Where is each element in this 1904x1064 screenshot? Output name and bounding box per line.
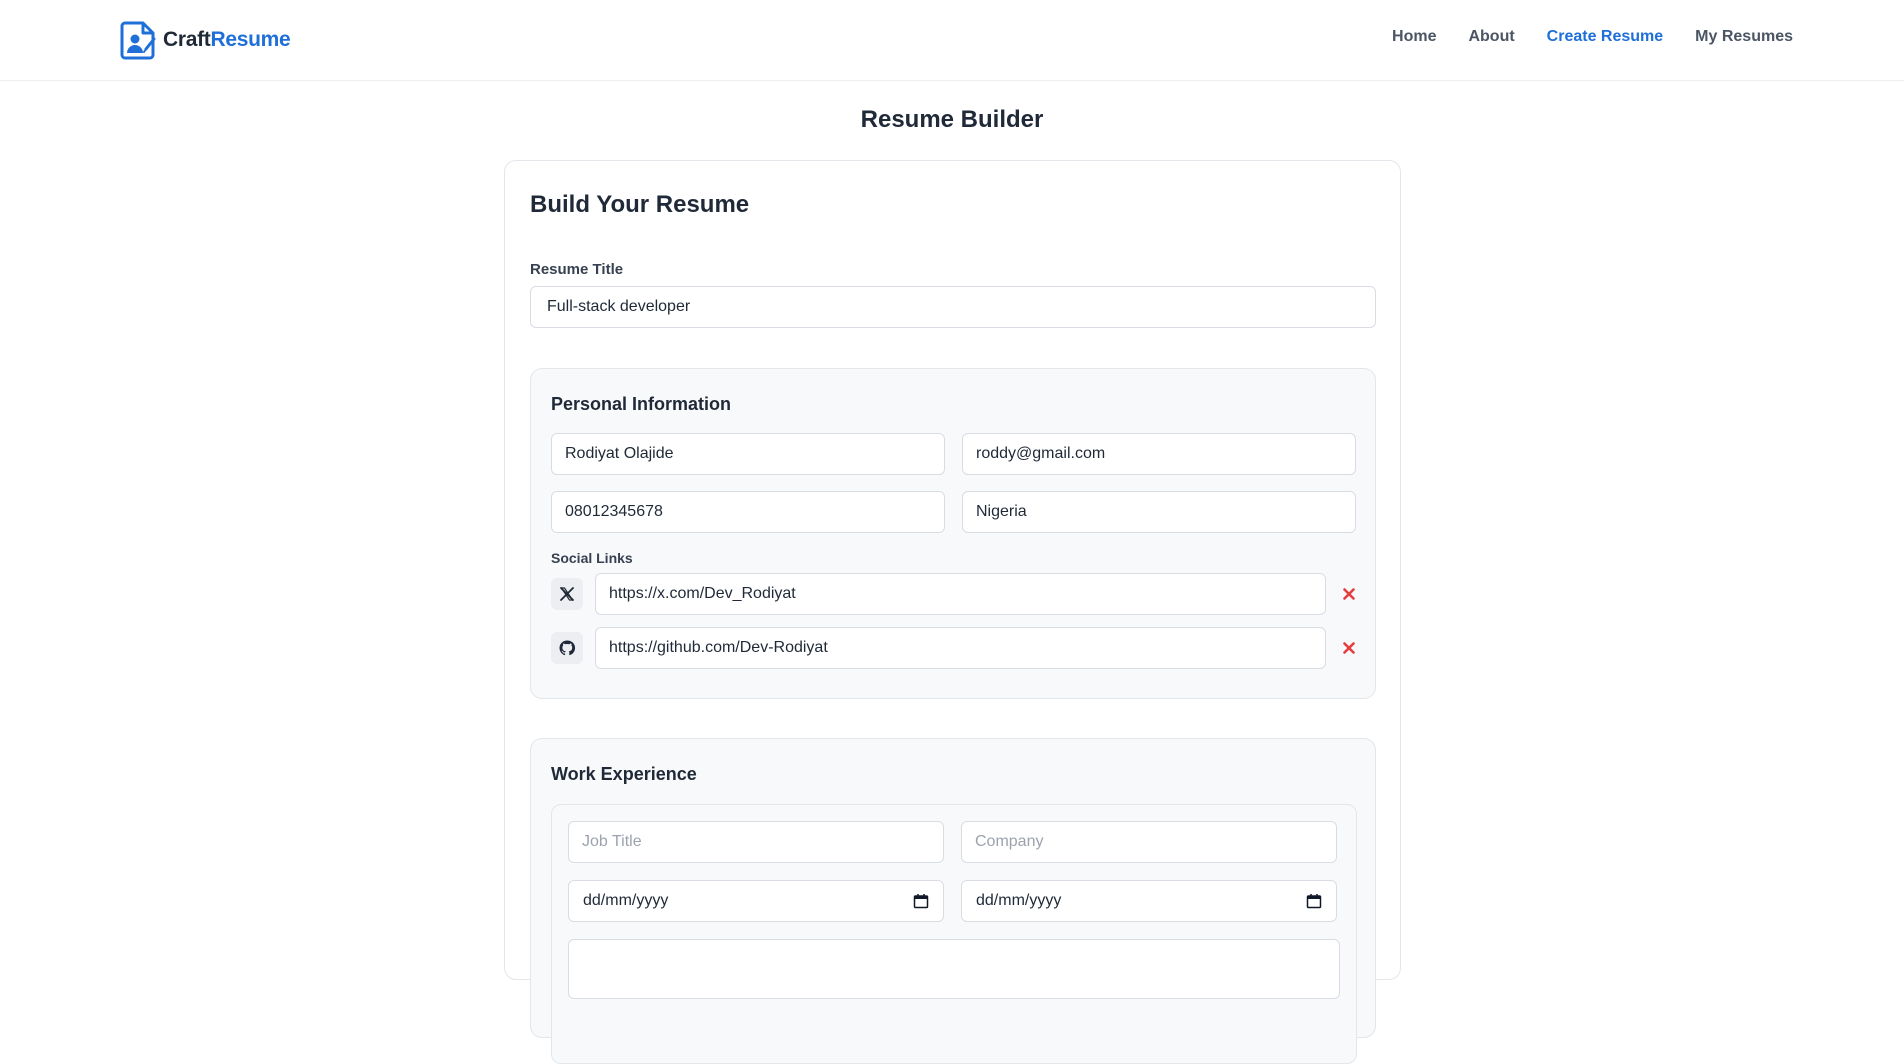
country-input[interactable] <box>962 491 1356 533</box>
github-icon <box>551 632 583 664</box>
country-field-wrap <box>962 491 1356 533</box>
job-title-field-wrap <box>568 821 944 863</box>
main-nav: Home About Create Resume My Resumes <box>1392 28 1793 46</box>
nav-create-resume[interactable]: Create Resume <box>1547 28 1664 46</box>
brand-name-resume: Resume <box>210 28 291 51</box>
company-field-wrap <box>961 821 1337 863</box>
full-name-input[interactable] <box>551 433 945 475</box>
x-link-field-wrap <box>595 573 1326 615</box>
phone-field-wrap <box>551 491 945 533</box>
resume-title-label: Resume Title <box>530 261 624 278</box>
end-date-input[interactable]: dd/mm/yyyy <box>961 880 1337 922</box>
personal-info-section: Personal Information Social Links <box>530 368 1376 699</box>
resume-title-field-wrap <box>530 286 1376 328</box>
work-experience-title: Work Experience <box>551 764 697 784</box>
nav-my-resumes[interactable]: My Resumes <box>1695 28 1793 46</box>
social-link-input-github[interactable] <box>595 627 1326 669</box>
experience-entry: dd/mm/yyyy dd/mm/yyyy <box>551 804 1357 1064</box>
social-links-heading: Social Links <box>551 550 633 566</box>
remove-x-link-button[interactable] <box>1339 584 1359 604</box>
start-date-value: dd/mm/yyyy <box>583 892 669 909</box>
x-icon <box>551 578 583 610</box>
github-link-field-wrap <box>595 627 1326 669</box>
resume-logo-icon <box>120 21 156 60</box>
brand-logo[interactable]: CraftResume <box>119 19 291 61</box>
nav-about[interactable]: About <box>1468 28 1514 46</box>
phone-input[interactable] <box>551 491 945 533</box>
nav-home[interactable]: Home <box>1392 28 1436 46</box>
personal-info-title: Personal Information <box>551 394 732 414</box>
job-description-input[interactable] <box>568 939 1340 999</box>
card-title: Build Your Resume <box>530 191 750 218</box>
calendar-icon[interactable] <box>913 893 929 909</box>
close-icon <box>1343 588 1355 600</box>
top-navbar: CraftResume Home About Create Resume My … <box>0 0 1904 81</box>
email-input[interactable] <box>962 433 1356 475</box>
start-date-input[interactable]: dd/mm/yyyy <box>568 880 944 922</box>
page-title: Resume Builder <box>860 106 1044 133</box>
brand-name-craft: Craft <box>163 28 211 51</box>
calendar-icon[interactable] <box>1306 893 1322 909</box>
remove-github-link-button[interactable] <box>1339 638 1359 658</box>
social-link-input-x[interactable] <box>595 573 1326 615</box>
resume-form-card: Build Your Resume Resume Title Personal … <box>504 160 1401 1064</box>
company-input[interactable] <box>961 821 1337 863</box>
name-field-wrap <box>551 433 945 475</box>
job-title-input[interactable] <box>568 821 944 863</box>
work-experience-section: Work Experience dd/mm/yyyy dd/mm/yyyy <box>530 738 1376 1064</box>
end-date-value: dd/mm/yyyy <box>976 892 1062 909</box>
email-field-wrap <box>962 433 1356 475</box>
resume-title-input[interactable] <box>530 286 1376 328</box>
close-icon <box>1343 642 1355 654</box>
